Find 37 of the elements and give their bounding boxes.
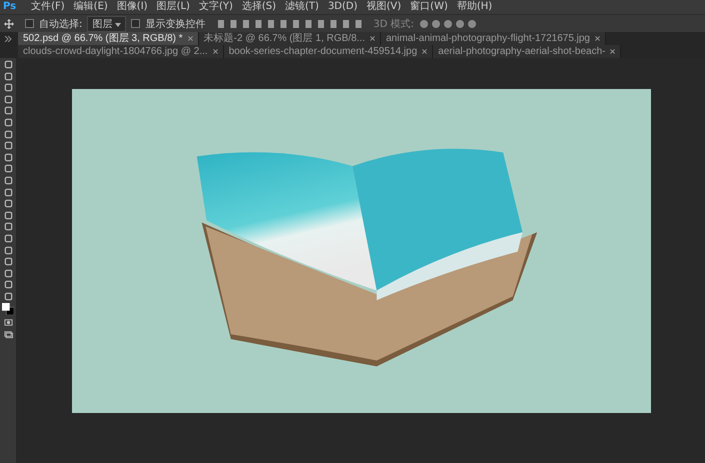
menu-item[interactable]: 窗口(W) [410, 1, 448, 13]
document-tab[interactable]: 未标题-2 @ 66.7% (图层 1, RGB/8... [198, 32, 381, 45]
document-tab[interactable]: book-series-chapter-document-459514.jpg [224, 45, 434, 58]
close-icon[interactable] [422, 49, 428, 54]
menu-item[interactable]: 视图(V) [366, 1, 402, 13]
menu-item[interactable]: 编辑(E) [74, 1, 108, 13]
close-icon[interactable] [610, 49, 616, 54]
menu-item[interactable]: 图层(L) [156, 1, 190, 13]
close-icon[interactable] [595, 36, 600, 41]
menu-item[interactable]: 图像(I) [116, 1, 148, 13]
close-icon[interactable] [212, 49, 218, 54]
menu-item[interactable]: 选择(S) [242, 1, 276, 13]
mode-label: 3D 模式: [373, 18, 414, 30]
close-icon[interactable] [188, 36, 193, 41]
show-transform-checkbox[interactable] [131, 19, 140, 28]
3d-mode-icons-drawing[interactable] [419, 18, 479, 28]
menu-item[interactable]: 文件(F) [31, 1, 65, 13]
color-swatches-icon[interactable] [2, 303, 14, 316]
auto-select-label: 自动选择: [39, 18, 82, 30]
caret-icon [115, 22, 122, 26]
auto-select-checkbox[interactable] [25, 19, 34, 28]
document-tab[interactable]: animal-animal-photography-flight-1721675.jpg [380, 32, 606, 45]
app-logo: Ps [3, 1, 16, 13]
document-tab[interactable]: 502.psd @ 66.7% (图层 3, RGB/8) * [18, 32, 199, 45]
target-dropdown[interactable]: 图层 [87, 16, 126, 32]
menu-item[interactable]: 3D(D) [328, 1, 358, 13]
show-transform-label: 显示变换控件 [145, 18, 206, 30]
collapse-icon[interactable] [4, 36, 12, 42]
quick-mask-icon[interactable] [4, 318, 12, 328]
close-icon[interactable] [370, 36, 375, 41]
menu-item[interactable]: 帮助(H) [456, 1, 492, 13]
move-icon[interactable] [4, 18, 14, 28]
screen-mode-icon[interactable] [4, 330, 12, 339]
document-tab[interactable]: aerial-photography-aerial-shot-beach- [433, 45, 622, 58]
document-tab[interactable]: clouds-crowd-daylight-1804766.jpg @ 2... [18, 45, 224, 58]
menu-item[interactable]: 文字(Y) [198, 1, 233, 13]
menu-item[interactable]: 滤镜(T) [285, 1, 319, 13]
